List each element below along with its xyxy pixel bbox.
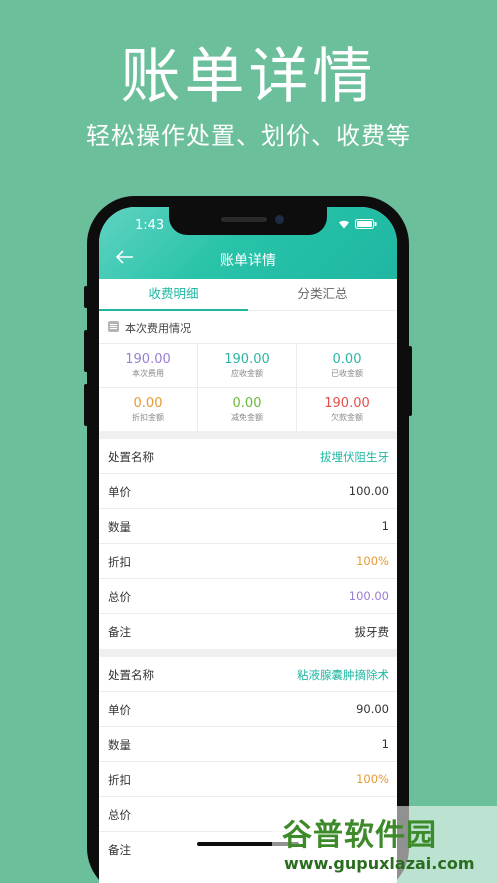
summary-header-label: 本次费用情况 xyxy=(125,322,191,335)
status-icons xyxy=(338,219,377,229)
unit-price: 90.00 xyxy=(356,702,389,716)
item-name-row: 处置名称 拔埋伏阻生牙 xyxy=(99,439,397,474)
tab-category-summary[interactable]: 分类汇总 xyxy=(248,279,397,311)
item-qty-row: 数量 1 xyxy=(99,509,397,544)
summary-caption: 欠款金额 xyxy=(331,413,363,422)
summary-cell: 0.00 已收金额 xyxy=(297,344,397,388)
row-label: 折扣 xyxy=(108,773,131,787)
summary-cell: 190.00 欠款金额 xyxy=(297,388,397,432)
speaker-grille xyxy=(221,217,267,222)
row-label: 备注 xyxy=(108,625,131,639)
quantity: 1 xyxy=(381,519,389,533)
item-discount-row: 折扣 100% xyxy=(99,544,397,579)
section-divider xyxy=(99,649,397,657)
tab-bar: 收费明细 分类汇总 xyxy=(99,279,397,311)
item-price-row: 单价 100.00 xyxy=(99,474,397,509)
row-label: 总价 xyxy=(108,590,131,604)
item-price-row: 单价 90.00 xyxy=(99,692,397,727)
note: 拔牙费 xyxy=(354,625,390,639)
phone-mute-switch xyxy=(84,286,88,308)
row-label: 处置名称 xyxy=(108,450,154,464)
procedure-name: 粘液腺囊肿摘除术 xyxy=(297,668,389,682)
app-screen: 1:43 账单详情 收费明细 分类汇总 本次费用情况 190.00 本次费用 1… xyxy=(99,207,397,883)
row-label: 数量 xyxy=(108,520,131,534)
tab-charge-detail[interactable]: 收费明细 xyxy=(99,279,248,311)
summary-caption: 已收金额 xyxy=(331,369,363,378)
watermark-brand: 谷普软件园 xyxy=(282,818,437,853)
item-total-row: 总价 100.00 xyxy=(99,579,397,614)
summary-caption: 应收金额 xyxy=(231,369,263,378)
wifi-icon xyxy=(339,220,349,229)
summary-caption: 本次费用 xyxy=(132,369,164,378)
quantity: 1 xyxy=(381,737,389,751)
summary-cell: 0.00 折扣金额 xyxy=(99,388,198,432)
procedure-name: 拔埋伏阻生牙 xyxy=(320,450,389,464)
summary-value: 190.00 xyxy=(224,352,270,367)
phone-volume-down xyxy=(84,384,88,426)
total-price: 100.00 xyxy=(348,589,389,603)
item-discount-row: 折扣 100% xyxy=(99,762,397,797)
summary-value: 0.00 xyxy=(232,396,262,411)
summary-cell: 190.00 本次费用 xyxy=(99,344,198,388)
summary-caption: 折扣金额 xyxy=(132,413,164,422)
discount: 100% xyxy=(356,554,389,568)
phone-notch xyxy=(169,207,327,235)
status-time: 1:43 xyxy=(135,218,165,233)
summary-value: 0.00 xyxy=(332,352,362,367)
nav-title: 账单详情 xyxy=(220,253,276,269)
row-label: 数量 xyxy=(108,738,131,752)
row-label: 单价 xyxy=(108,485,131,499)
summary-grid: 190.00 本次费用 190.00 应收金额 0.00 已收金额 0.00 折… xyxy=(99,343,397,432)
item-qty-row: 数量 1 xyxy=(99,727,397,762)
summary-caption: 减免金额 xyxy=(231,413,263,422)
row-label: 单价 xyxy=(108,703,131,717)
row-label: 处置名称 xyxy=(108,668,154,682)
row-label: 备注 xyxy=(108,843,131,857)
phone-volume-up xyxy=(84,330,88,372)
watermark-url: www.gupuxlazai.com xyxy=(284,854,475,873)
item-note-row: 备注 拔牙费 xyxy=(99,614,397,649)
summary-value: 190.00 xyxy=(324,396,370,411)
watermark: 谷普软件园 www.gupuxlazai.com xyxy=(272,806,497,883)
battery-icon xyxy=(355,219,377,229)
section-divider xyxy=(99,431,397,439)
clipboard-icon xyxy=(108,321,119,332)
front-camera xyxy=(275,215,284,224)
promo-subtitle: 轻松操作处置、划价、收费等 xyxy=(86,122,411,150)
discount: 100% xyxy=(356,772,389,786)
row-label: 总价 xyxy=(108,808,131,822)
unit-price: 100.00 xyxy=(348,484,389,498)
summary-header: 本次费用情况 xyxy=(99,311,397,343)
summary-cell: 0.00 减免金额 xyxy=(198,388,297,432)
summary-value: 190.00 xyxy=(125,352,171,367)
phone-power-button xyxy=(408,346,412,416)
summary-value: 0.00 xyxy=(133,396,163,411)
item-name-row: 处置名称 粘液腺囊肿摘除术 xyxy=(99,657,397,692)
row-label: 折扣 xyxy=(108,555,131,569)
promo-title: 账单详情 xyxy=(120,42,377,112)
summary-cell: 190.00 应收金额 xyxy=(198,344,297,388)
